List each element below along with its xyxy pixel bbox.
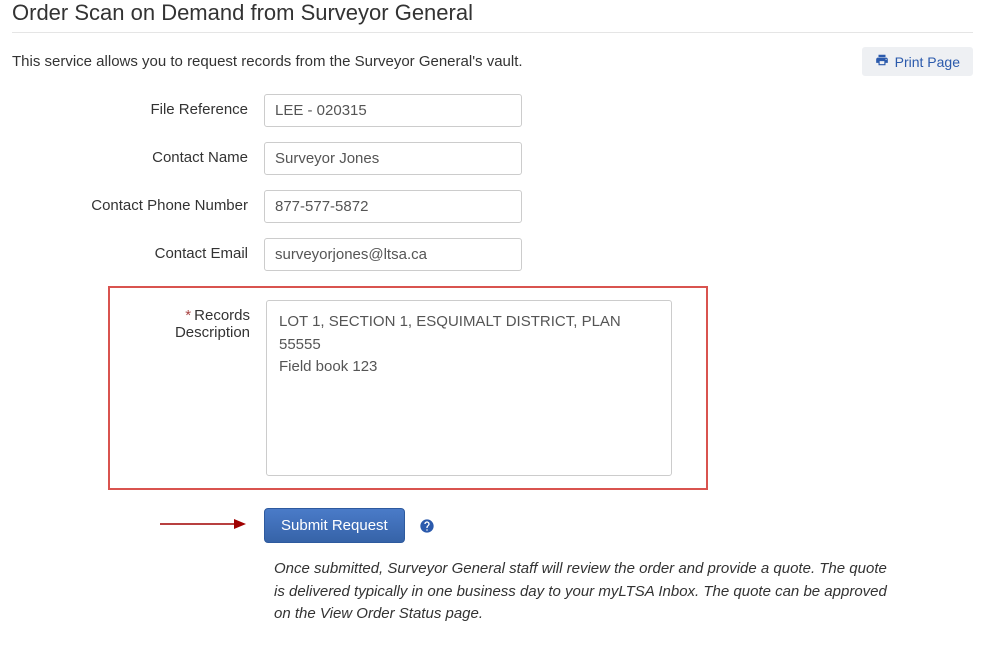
required-mark: * (185, 307, 191, 324)
file-reference-input[interactable] (264, 94, 522, 127)
submit-help-text: Once submitted, Surveyor General staff w… (274, 558, 894, 626)
contact-email-input[interactable] (264, 238, 522, 271)
print-icon (875, 53, 889, 70)
contact-phone-label: Contact Phone Number (12, 190, 264, 214)
page-title: Order Scan on Demand from Surveyor Gener… (12, 0, 973, 26)
records-description-textarea[interactable]: LOT 1, SECTION 1, ESQUIMALT DISTRICT, PL… (266, 300, 672, 476)
intro-text: This service allows you to request recor… (12, 53, 523, 70)
records-description-label: *Records Description (110, 300, 266, 341)
contact-name-input[interactable] (264, 142, 522, 175)
print-page-label: Print Page (895, 54, 960, 70)
contact-name-label: Contact Name (12, 142, 264, 166)
help-icon[interactable] (419, 518, 435, 534)
file-reference-label: File Reference (12, 94, 264, 118)
submit-request-button[interactable]: Submit Request (264, 508, 405, 543)
contact-phone-input[interactable] (264, 190, 522, 223)
arrow-right-icon (158, 517, 248, 535)
divider (12, 32, 973, 33)
contact-email-label: Contact Email (12, 238, 264, 262)
print-page-button[interactable]: Print Page (862, 47, 973, 76)
